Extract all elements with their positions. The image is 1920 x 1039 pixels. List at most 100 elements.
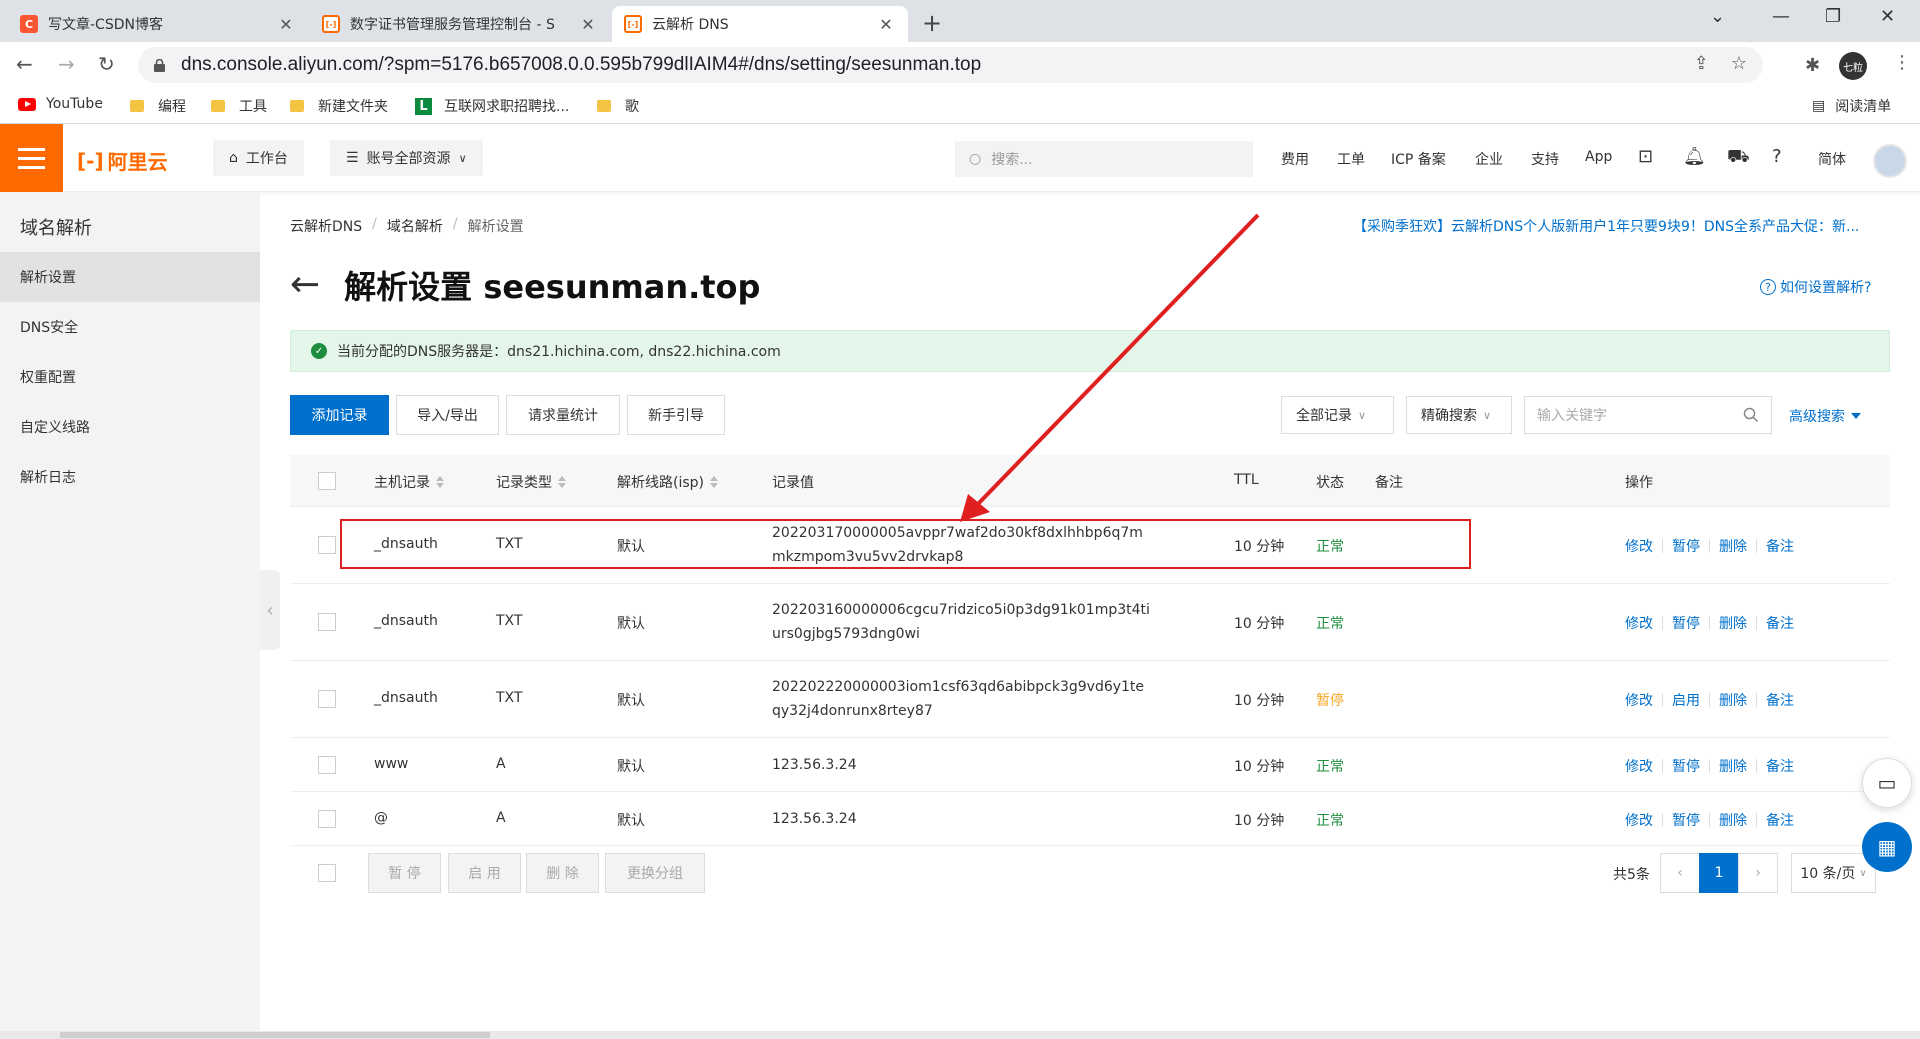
request-stats-button[interactable]: 请求量统计 <box>506 395 620 435</box>
browser-tab-cert[interactable]: [-] 数字证书管理服务管理控制台 - S ✕ <box>310 6 610 42</box>
forward-icon[interactable]: → <box>58 52 75 76</box>
toggle-link[interactable]: 暂停 <box>1672 613 1700 633</box>
sidebar-item-custom-line[interactable]: 自定义线路 <box>0 402 260 452</box>
user-avatar[interactable] <box>1873 144 1907 178</box>
row-checkbox[interactable] <box>318 536 336 554</box>
delete-link[interactable]: 删除 <box>1719 810 1747 830</box>
sidebar-collapse-handle[interactable]: ‹ <box>260 570 280 650</box>
add-record-button[interactable]: 添加记录 <box>290 395 389 435</box>
page-size-select[interactable]: 10 条/页 ∨ <box>1791 853 1876 893</box>
toggle-link[interactable]: 启用 <box>1672 690 1700 710</box>
browser-tab-dns[interactable]: [-] 云解析 DNS ✕ <box>612 6 908 42</box>
bookmark-folder[interactable]: 歌 <box>597 96 639 116</box>
nav-ticket[interactable]: 工单 <box>1337 149 1365 169</box>
edit-link[interactable]: 修改 <box>1625 613 1653 633</box>
bookmark-folder[interactable]: 工具 <box>211 96 267 116</box>
nav-app[interactable]: App <box>1585 149 1612 165</box>
browser-tab-csdn[interactable]: C 写文章-CSDN博客 ✕ <box>8 6 308 42</box>
horizontal-scrollbar[interactable] <box>0 1031 1920 1039</box>
cart-icon[interactable]: ⛟ <box>1727 146 1750 170</box>
guide-button[interactable]: 新手引导 <box>627 395 725 435</box>
menu-icon[interactable]: ⋮ <box>1893 52 1911 73</box>
bookmark-folder[interactable]: 编程 <box>130 96 186 116</box>
bulk-delete-button[interactable]: 删 除 <box>526 853 599 893</box>
bulk-change-group-button[interactable]: 更换分组 <box>605 853 705 893</box>
toggle-link[interactable]: 暂停 <box>1672 756 1700 776</box>
bulk-select-checkbox[interactable] <box>318 864 336 882</box>
bookmark-youtube[interactable]: YouTube <box>18 96 103 112</box>
reading-list[interactable]: ▤ 阅读清单 <box>1812 96 1891 116</box>
nav-icp[interactable]: ICP 备案 <box>1391 149 1446 169</box>
sidebar-item-dns-security[interactable]: DNS安全 <box>0 302 260 352</box>
bookmark-liepin[interactable]: L 互联网求职招聘找... <box>415 96 569 116</box>
share-icon[interactable]: ⇪ <box>1694 53 1709 74</box>
select-all-checkbox[interactable] <box>318 472 336 490</box>
close-window-icon[interactable]: ✕ <box>1880 6 1895 27</box>
url-input[interactable]: dns.console.aliyun.com/?spm=5176.b657008… <box>138 47 1763 83</box>
workbench-button[interactable]: ⌂ 工作台 <box>213 140 304 176</box>
resources-dropdown[interactable]: ☰ 账号全部资源 ∨ <box>330 140 483 176</box>
menu-button[interactable] <box>0 124 63 192</box>
prev-page-button[interactable]: ‹ <box>1660 853 1700 893</box>
close-icon[interactable]: ✕ <box>276 15 296 34</box>
tab-search-icon[interactable]: ⌄ <box>1710 6 1725 27</box>
row-checkbox[interactable] <box>318 690 336 708</box>
sidebar-item-settings[interactable]: 解析设置 <box>0 252 260 302</box>
advanced-search-link[interactable]: 高级搜索 <box>1789 406 1861 426</box>
row-checkbox[interactable] <box>318 810 336 828</box>
help-icon[interactable]: ? <box>1772 146 1782 167</box>
bell-icon[interactable]: 🔔︎ <box>1683 146 1706 167</box>
nav-enterprise[interactable]: 企业 <box>1475 149 1503 169</box>
delete-link[interactable]: 删除 <box>1719 536 1747 556</box>
edit-link[interactable]: 修改 <box>1625 536 1653 556</box>
next-page-button[interactable]: › <box>1738 853 1778 893</box>
profile-avatar[interactable]: 七粒 <box>1839 52 1867 80</box>
remark-link[interactable]: 备注 <box>1766 613 1794 633</box>
row-checkbox[interactable] <box>318 613 336 631</box>
bulk-pause-button[interactable]: 暂 停 <box>368 853 441 893</box>
nav-support[interactable]: 支持 <box>1531 149 1559 169</box>
extensions-icon[interactable]: ✱ <box>1805 55 1820 76</box>
bookmark-folder[interactable]: 新建文件夹 <box>290 96 388 116</box>
arrow-left-icon[interactable]: ← <box>290 267 320 303</box>
sidebar-item-weight[interactable]: 权重配置 <box>0 352 260 402</box>
sidebar-item-log[interactable]: 解析日志 <box>0 452 260 502</box>
toggle-link[interactable]: 暂停 <box>1672 536 1700 556</box>
keyword-input[interactable]: 输入关键字 <box>1524 396 1772 434</box>
maximize-icon[interactable]: ❐ <box>1825 6 1841 27</box>
row-checkbox[interactable] <box>318 756 336 774</box>
star-icon[interactable]: ☆ <box>1731 53 1747 74</box>
edit-link[interactable]: 修改 <box>1625 810 1653 830</box>
breadcrumb-item[interactable]: 域名解析 <box>387 216 443 236</box>
remark-link[interactable]: 备注 <box>1766 690 1794 710</box>
remark-link[interactable]: 备注 <box>1766 536 1794 556</box>
scrollbar-thumb[interactable] <box>60 1032 490 1038</box>
promo-link[interactable]: 【采购季狂欢】云解析DNS个人版新用户1年只要9块9！DNS全系产品大促：新..… <box>1353 216 1859 236</box>
col-type[interactable]: 记录类型 <box>496 472 566 492</box>
language-switch[interactable]: 简体 <box>1818 149 1846 169</box>
minimize-icon[interactable]: — <box>1772 6 1790 27</box>
col-host[interactable]: 主机记录 <box>374 472 444 492</box>
remark-link[interactable]: 备注 <box>1766 810 1794 830</box>
toggle-link[interactable]: 暂停 <box>1672 810 1700 830</box>
delete-link[interactable]: 删除 <box>1719 613 1747 633</box>
edit-link[interactable]: 修改 <box>1625 756 1653 776</box>
search-icon[interactable] <box>1743 407 1759 423</box>
feedback-button[interactable]: ▭ <box>1862 758 1912 808</box>
delete-link[interactable]: 删除 <box>1719 756 1747 776</box>
edit-link[interactable]: 修改 <box>1625 690 1653 710</box>
col-line[interactable]: 解析线路(isp) <box>617 472 718 492</box>
page-number[interactable]: 1 <box>1699 853 1739 893</box>
terminal-icon[interactable]: ⊡ <box>1638 146 1653 167</box>
record-filter-select[interactable]: 全部记录 ∨ <box>1281 396 1394 434</box>
apps-button[interactable]: ▦ <box>1862 822 1912 872</box>
close-icon[interactable]: ✕ <box>578 15 598 34</box>
bulk-enable-button[interactable]: 启 用 <box>448 853 521 893</box>
reload-icon[interactable]: ↻ <box>98 52 115 76</box>
import-export-button[interactable]: 导入/导出 <box>396 395 499 435</box>
remark-link[interactable]: 备注 <box>1766 756 1794 776</box>
close-icon[interactable]: ✕ <box>876 15 896 34</box>
delete-link[interactable]: 删除 <box>1719 690 1747 710</box>
back-icon[interactable]: ← <box>16 52 33 76</box>
breadcrumb-item[interactable]: 云解析DNS <box>290 216 362 236</box>
